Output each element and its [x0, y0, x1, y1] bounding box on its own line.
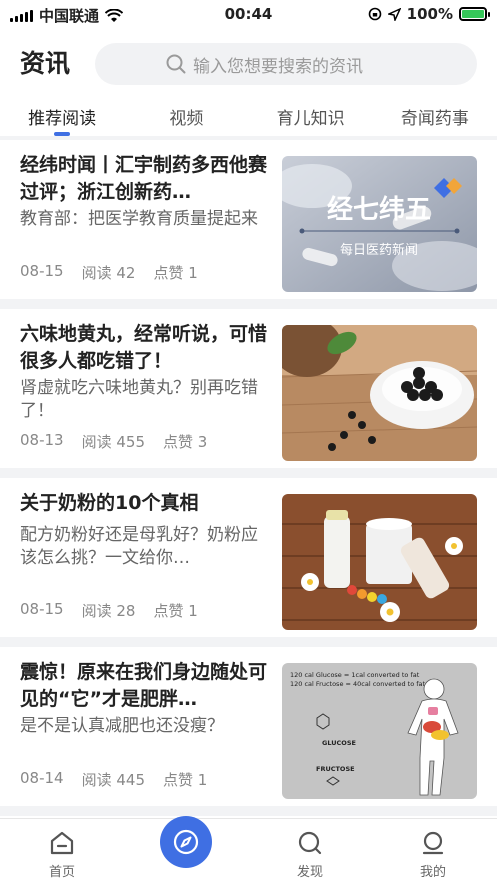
- article-meta: 08-13 阅读 455 点赞 3: [20, 431, 207, 452]
- article-date: 08-14: [20, 769, 64, 787]
- article-meta: 08-15 阅读 42 点赞 1: [20, 262, 198, 283]
- location-icon: [387, 7, 401, 21]
- article-meta: 08-14 阅读 445 点赞 1: [20, 769, 207, 790]
- article-reads: 阅读 455: [81, 433, 145, 451]
- nav-mine-label: 我的: [419, 865, 446, 880]
- rotation-lock-icon: [368, 7, 381, 21]
- article-likes: 点赞 1: [153, 264, 198, 282]
- article-summary: 配方奶粉好还是母乳好？奶粉应该怎么挑？一文给你…: [20, 525, 258, 568]
- nav-home[interactable]: 首页: [22, 831, 102, 880]
- nav-home-label: 首页: [48, 865, 75, 880]
- image-text-2: 120 cal Fructose = 40cal converted to fa…: [290, 680, 426, 688]
- status-bar: 中国联通 00:44 100%: [0, 0, 497, 30]
- search-input[interactable]: 输入您想要搜索的资讯: [95, 43, 477, 85]
- compass-button[interactable]: [160, 816, 212, 868]
- article-thumbnail: 120 cal Glucose = 1cal converted to fat …: [282, 663, 477, 799]
- article-reads: 阅读 28: [81, 602, 136, 620]
- article-likes: 点赞 1: [153, 602, 198, 620]
- tab-recommended[interactable]: 推荐阅读: [0, 98, 124, 136]
- discover-search-icon: [298, 831, 322, 855]
- article-thumbnail: [282, 325, 477, 461]
- article-likes: 点赞 1: [163, 771, 208, 789]
- bottom-nav: 首页 发现 我的: [0, 818, 497, 883]
- article-headline: 经纬时闻丨汇宇制药多西他赛过评；浙江创新药…: [20, 154, 268, 203]
- image-text-3: GLUCOSE: [322, 739, 356, 747]
- nav-discover-label: 发现: [296, 865, 323, 880]
- compass-icon: [173, 829, 199, 855]
- battery-percent: 100%: [406, 5, 453, 23]
- article-thumbnail: [282, 494, 477, 630]
- article-date: 08-15: [20, 600, 64, 618]
- battery-icon: [459, 7, 490, 21]
- article-card[interactable]: 震惊！原来在我们身边随处可见的“它”才是肥胖… 是不是认真减肥也还没瘦？ 08-…: [0, 647, 497, 806]
- image-text-1: 120 cal Glucose = 1cal converted to fat: [290, 671, 420, 679]
- article-date: 08-15: [20, 262, 64, 280]
- image-title: 经七纬五: [327, 194, 431, 225]
- article-reads: 阅读 445: [81, 771, 145, 789]
- nav-discover[interactable]: 发现: [270, 831, 350, 880]
- article-summary: 教育部：把医学教育质量提起来: [20, 209, 258, 229]
- tab-video[interactable]: 视频: [124, 98, 248, 136]
- image-text-4: FRUCTOSE: [316, 765, 355, 773]
- article-summary: 是不是认真减肥也还没瘦？: [20, 716, 224, 736]
- nav-mine[interactable]: 我的: [393, 831, 473, 880]
- article-card[interactable]: 六味地黄丸，经常听说，可惜很多人都吃错了！ 肾虚就吃六味地黄丸？别再吃错了！ 0…: [0, 309, 497, 468]
- image-subtitle: 每日医药新闻: [340, 242, 418, 258]
- header: 资讯 输入您想要搜索的资讯 推荐阅读 视频 育儿知识 奇闻药事: [0, 30, 497, 136]
- home-icon: [50, 831, 74, 855]
- article-headline: 六味地黄丸，经常听说，可惜很多人都吃错了！: [20, 323, 268, 372]
- search-placeholder: 输入您想要搜索的资讯: [193, 56, 363, 77]
- profile-icon: [422, 831, 444, 855]
- article-reads: 阅读 42: [81, 264, 136, 282]
- article-headline: 关于奶粉的10个真相: [20, 492, 199, 514]
- tab-parenting[interactable]: 育儿知识: [249, 98, 373, 136]
- article-likes: 点赞 3: [163, 433, 208, 451]
- category-tabs: 推荐阅读 视频 育儿知识 奇闻药事: [0, 98, 497, 136]
- search-icon: [166, 54, 186, 74]
- article-card[interactable]: 关于奶粉的10个真相 配方奶粉好还是母乳好？奶粉应该怎么挑？一文给你… 08-1…: [0, 478, 497, 637]
- article-thumbnail: 经七纬五 每日医药新闻: [282, 156, 477, 292]
- article-card[interactable]: 经纬时闻丨汇宇制药多西他赛过评；浙江创新药… 教育部：把医学教育质量提起来 08…: [0, 140, 497, 299]
- page-title: 资讯: [20, 49, 71, 78]
- article-date: 08-13: [20, 431, 64, 449]
- article-meta: 08-15 阅读 28 点赞 1: [20, 600, 198, 621]
- article-summary: 肾虚就吃六味地黄丸？别再吃错了！: [20, 378, 258, 421]
- article-headline: 震惊！原来在我们身边随处可见的“它”才是肥胖…: [20, 661, 268, 710]
- tab-drug-stories[interactable]: 奇闻药事: [373, 98, 497, 136]
